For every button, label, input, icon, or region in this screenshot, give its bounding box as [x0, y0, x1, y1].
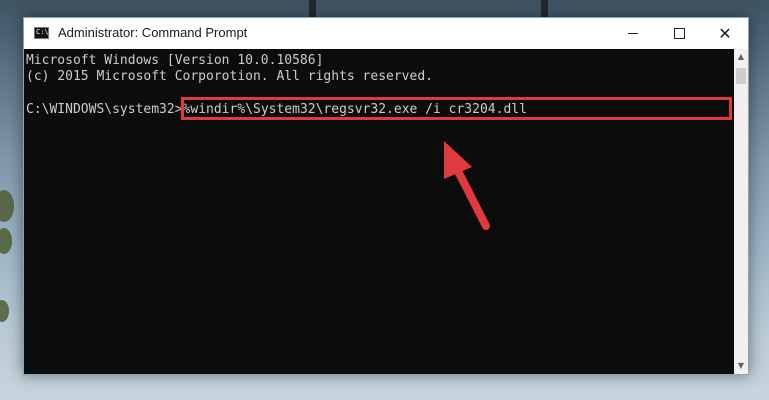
title-bar[interactable]: C:\ Administrator: Command Prompt ✕ [24, 18, 748, 49]
background-foliage [0, 228, 12, 254]
vertical-scrollbar[interactable]: ▲ ▼ [734, 49, 748, 374]
maximize-icon [673, 28, 685, 39]
red-arrow-icon [444, 141, 490, 230]
maximize-button[interactable] [656, 18, 702, 49]
scrollbar-thumb[interactable] [736, 68, 746, 84]
background-foliage [0, 300, 9, 322]
command-prompt-window: C:\ Administrator: Command Prompt ✕ Micr… [23, 17, 749, 375]
scroll-down-icon[interactable]: ▼ [734, 358, 748, 374]
minimize-icon [628, 33, 638, 34]
window-title: Administrator: Command Prompt [58, 25, 248, 40]
close-icon: ✕ [718, 24, 732, 43]
scroll-up-icon[interactable]: ▲ [734, 49, 748, 65]
close-button[interactable]: ✕ [702, 18, 748, 49]
minimize-button[interactable] [610, 18, 656, 49]
console-output-area[interactable]: Microsoft Windows [Version 10.0.10586] (… [24, 49, 734, 374]
console-app-icon[interactable]: C:\ [34, 27, 49, 39]
background-foliage [0, 190, 14, 222]
